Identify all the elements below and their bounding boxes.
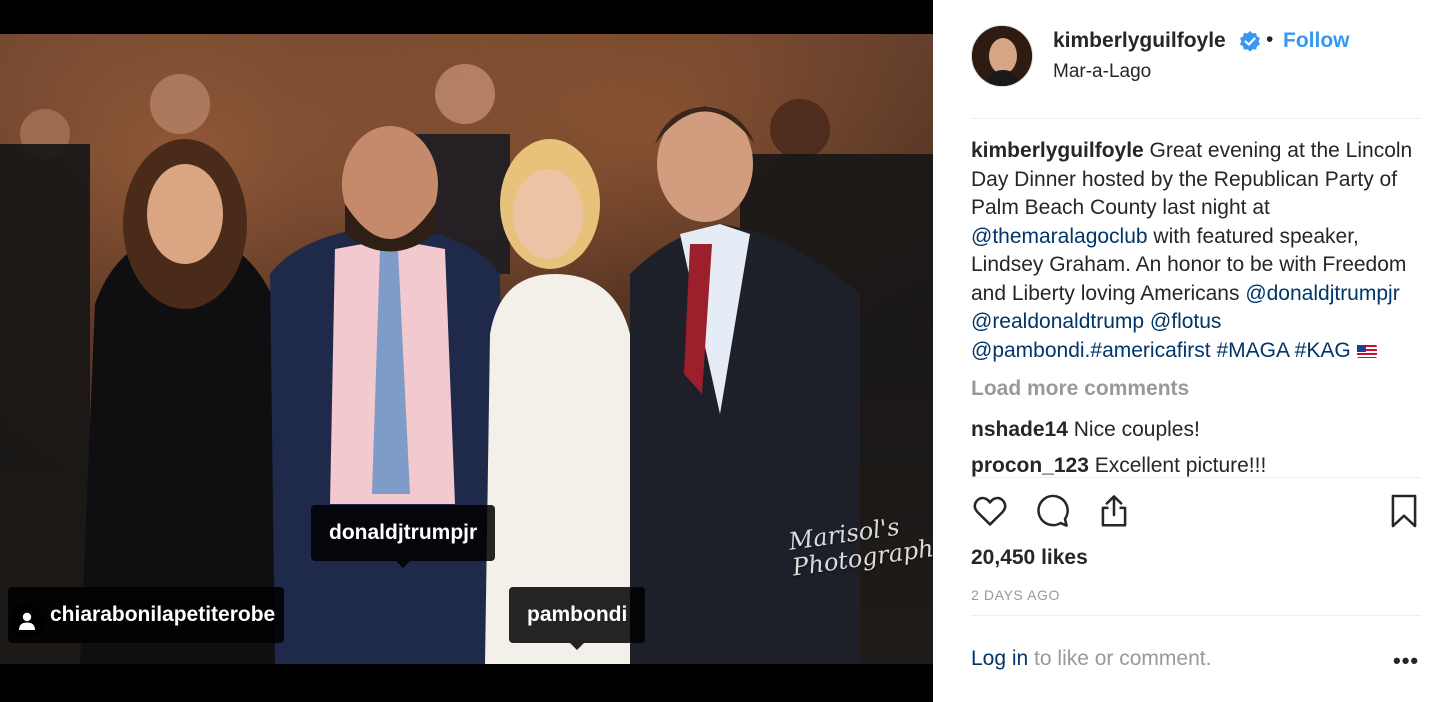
comments-section: kimberlyguilfoyle Great evening at the L…	[971, 137, 1426, 477]
load-more-comments-button[interactable]: Load more comments	[971, 375, 1426, 404]
footer-divider	[971, 615, 1421, 616]
mention-pambondi[interactable]: @pambondi.	[971, 339, 1090, 362]
user-tag-label: chiarabonilapetiterobe	[50, 603, 276, 626]
login-prompt-text: to like or comment.	[1028, 647, 1212, 670]
comment-button[interactable]	[1033, 492, 1073, 532]
follow-button[interactable]: Follow	[1283, 29, 1350, 53]
comment-text: Nice couples!	[1073, 417, 1200, 441]
comment: nshade14 Nice couples!	[971, 416, 1426, 445]
like-button[interactable]	[971, 492, 1011, 532]
hashtag-kag[interactable]: #KAG	[1295, 339, 1351, 362]
verified-badge-icon	[1240, 31, 1260, 52]
us-flag-icon	[1356, 344, 1377, 358]
bookmark-icon	[1391, 494, 1417, 528]
post-timestamp[interactable]: 2 DAYS AGO	[971, 587, 1060, 603]
mention-realdonaldtrump[interactable]: @realdonaldtrump	[971, 310, 1144, 333]
username-link[interactable]: kimberlyguilfoyle	[1053, 29, 1226, 53]
user-tags-icon[interactable]	[10, 604, 44, 638]
mention-donaldjtrumpjr[interactable]: @donaldjtrumpjr	[1245, 282, 1399, 305]
user-tag-donaldjtrumpjr[interactable]: donaldjtrumpjr	[311, 505, 496, 568]
action-bar	[971, 492, 1421, 532]
user-tag-label: pambondi	[527, 603, 628, 626]
separator-dot: •	[1266, 28, 1274, 51]
mention-flotus[interactable]: @flotus	[1150, 310, 1222, 333]
comment-username[interactable]: nshade14	[971, 418, 1068, 441]
save-button[interactable]	[1385, 492, 1425, 532]
login-link[interactable]: Log in	[971, 647, 1028, 670]
likes-count[interactable]: 20,450 likes	[971, 546, 1088, 570]
more-options-button[interactable]: •••	[1393, 648, 1419, 674]
location-link[interactable]: Mar-a-Lago	[1053, 61, 1151, 83]
post-side-panel: kimberlyguilfoyle • Follow Mar-a-Lago ki…	[933, 0, 1456, 702]
comment: procon_123 Excellent picture!!!	[971, 452, 1426, 477]
header-divider	[971, 118, 1421, 119]
post-header: kimberlyguilfoyle • Follow Mar-a-Lago	[933, 0, 1456, 118]
login-prompt: Log in to like or comment.	[971, 647, 1211, 671]
instagram-post: Marisol's Photography donaldjtrumpjr pam…	[0, 0, 1456, 702]
hashtag-americafirst[interactable]: #americafirst	[1090, 339, 1210, 362]
share-button[interactable]	[1095, 492, 1135, 532]
avatar[interactable]	[971, 25, 1033, 87]
post-caption: kimberlyguilfoyle Great evening at the L…	[971, 137, 1426, 365]
share-icon	[1101, 495, 1127, 527]
user-tag-chiarabonilapetiterobe[interactable]: chiarabonilapetiterobe	[8, 587, 284, 643]
heart-icon	[973, 496, 1007, 526]
hashtag-maga[interactable]: #MAGA	[1216, 339, 1288, 362]
actions-divider	[971, 477, 1421, 478]
comment-username[interactable]: procon_123	[971, 454, 1089, 477]
comment-text: Excellent picture!!!	[1094, 454, 1267, 477]
user-tag-label: donaldjtrumpjr	[329, 521, 478, 544]
profile-photo	[972, 26, 1032, 86]
comment-icon	[1037, 494, 1069, 527]
user-tag-pambondi[interactable]: pambondi	[509, 587, 646, 650]
caption-username[interactable]: kimberlyguilfoyle	[971, 139, 1144, 162]
mention-themaralagoclub[interactable]: @themaralagoclub	[971, 225, 1148, 248]
photo-column: Marisol's Photography donaldjtrumpjr pam…	[0, 0, 933, 702]
